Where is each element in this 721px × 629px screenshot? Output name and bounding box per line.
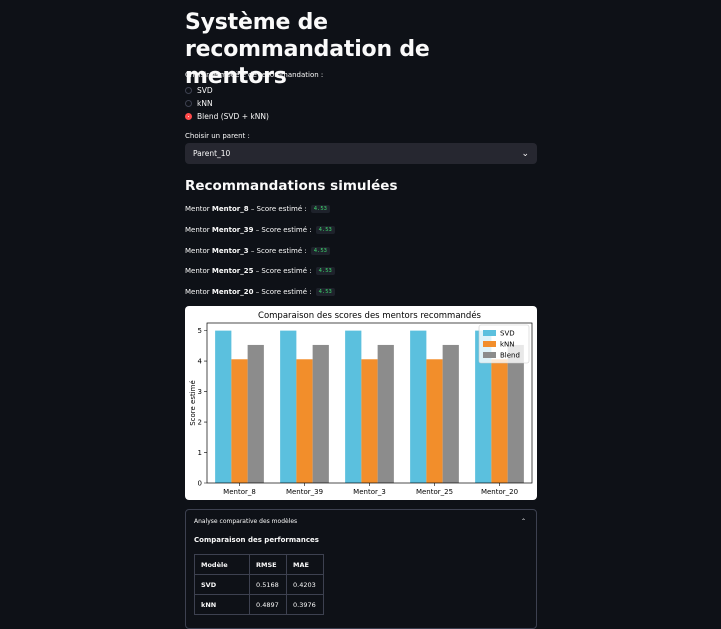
bar-knn <box>296 359 313 483</box>
bar-knn <box>231 359 248 483</box>
recommendation-item: Mentor Mentor_8 – Score estimé : 4.53 <box>185 205 330 213</box>
bar-knn <box>426 359 443 483</box>
recommendations-heading: Recommandations simulées <box>185 178 398 194</box>
recommendation-prefix: Mentor <box>185 205 212 213</box>
score-value: 4.53 <box>315 267 335 275</box>
mentor-name: Mentor_20 <box>211 288 254 296</box>
table-cell: 0.5168 <box>249 574 287 595</box>
score-value: 4.53 <box>310 205 330 213</box>
legend-label: SVD <box>500 330 515 338</box>
recommendation-prefix: Mentor <box>185 288 212 296</box>
legend-swatch <box>483 352 496 358</box>
recommendation-item: Mentor Mentor_20 – Score estimé : 4.53 <box>185 288 335 296</box>
legend-label: Blend <box>500 352 520 360</box>
expander-header[interactable]: Analyse comparative des modèles ⌃ <box>194 518 526 525</box>
column-header: RMSE <box>249 554 287 575</box>
recommendation-suffix: – Score estimé : <box>248 205 307 213</box>
recommendation-item: Mentor Mentor_39 – Score estimé : 4.53 <box>185 226 335 234</box>
recommendation-suffix: – Score estimé : <box>253 267 312 275</box>
table-cell: 0.3976 <box>286 594 324 615</box>
y-tick-label: 4 <box>198 358 203 366</box>
radio-button-selected-icon[interactable] <box>185 112 192 120</box>
recommendation-suffix: – Score estimé : <box>248 247 307 255</box>
metrics-table: Modèle RMSE MAE SVD 0.5168 0.4203 kNN 0.… <box>194 554 324 615</box>
parent-select[interactable]: Parent_10 ⌄ <box>185 143 537 164</box>
x-tick-label: Mentor_3 <box>353 488 386 496</box>
legend-swatch <box>483 341 496 347</box>
performance-subheading: Comparaison des performances <box>194 536 319 544</box>
table-cell: 0.4203 <box>286 574 324 595</box>
legend-swatch <box>483 330 496 336</box>
bar-svd <box>410 330 427 483</box>
chart-card: Comparaison des scores des mentors recom… <box>185 306 537 500</box>
radio-option-label: Blend (SVD + kNN) <box>197 111 269 121</box>
analysis-expander[interactable]: Analyse comparative des modèles ⌃ Compar… <box>185 509 537 629</box>
model-select-label: Choisir le modèle de recommandation : <box>185 71 324 79</box>
column-header: MAE <box>286 554 324 575</box>
parent-select-value: Parent_10 <box>193 149 231 158</box>
bar-blend <box>507 344 524 483</box>
radio-option-svd[interactable]: SVD <box>185 84 213 96</box>
mentor-name: Mentor_25 <box>211 267 254 275</box>
expander-label: Analyse comparative des modèles <box>194 518 298 525</box>
radio-option-label: SVD <box>197 85 213 95</box>
radio-option-label: kNN <box>197 98 213 108</box>
x-tick-label: Mentor_25 <box>416 488 453 496</box>
bar-knn <box>491 359 508 483</box>
radio-button-icon[interactable] <box>185 86 192 94</box>
recommendation-prefix: Mentor <box>185 267 212 275</box>
parent-select-label: Choisir un parent : <box>185 132 250 140</box>
x-tick-label: Mentor_20 <box>481 488 518 496</box>
bar-svd <box>280 330 297 483</box>
table-cell: kNN <box>194 594 250 615</box>
bar-blend <box>247 344 264 483</box>
table-header-row: Modèle RMSE MAE <box>194 554 324 575</box>
chevron-down-icon[interactable]: ⌄ <box>521 149 529 159</box>
bar-blend <box>312 344 329 483</box>
recommendation-prefix: Mentor <box>185 226 212 234</box>
bar-svd <box>215 330 232 483</box>
mentor-name: Mentor_39 <box>211 226 254 234</box>
table-row: SVD 0.5168 0.4203 <box>194 574 324 595</box>
recommendation-prefix: Mentor <box>185 247 212 255</box>
y-tick-label: 3 <box>198 388 202 396</box>
x-tick-label: Mentor_8 <box>223 488 256 496</box>
x-tick-label: Mentor_39 <box>286 488 323 496</box>
column-header: Modèle <box>194 554 250 575</box>
radio-option-blend[interactable]: Blend (SVD + kNN) <box>185 110 269 122</box>
y-tick-label: 0 <box>198 480 202 488</box>
recommendation-suffix: – Score estimé : <box>253 288 312 296</box>
recommendation-item: Mentor Mentor_3 – Score estimé : 4.53 <box>185 247 330 255</box>
chart-title: Comparaison des scores des mentors recom… <box>258 310 482 321</box>
recommendation-item: Mentor Mentor_25 – Score estimé : 4.53 <box>185 267 335 275</box>
y-tick-label: 2 <box>198 419 202 427</box>
bar-blend <box>377 344 394 483</box>
mentor-name: Mentor_3 <box>211 247 249 255</box>
bar-blend <box>442 344 459 483</box>
table-cell: SVD <box>194 574 250 595</box>
bar-knn <box>361 359 378 483</box>
bar-chart: Comparaison des scores des mentors recom… <box>189 310 533 496</box>
y-tick-label: 5 <box>198 327 202 335</box>
legend-label: kNN <box>500 341 515 349</box>
recommendation-suffix: – Score estimé : <box>253 226 312 234</box>
score-value: 4.53 <box>315 288 335 296</box>
table-row: kNN 0.4897 0.3976 <box>194 594 324 615</box>
radio-option-knn[interactable]: kNN <box>185 97 213 109</box>
bar-svd <box>345 330 362 483</box>
y-tick-label: 1 <box>198 449 202 457</box>
score-value: 4.53 <box>310 247 330 255</box>
y-axis-label: Score estimé <box>189 380 197 426</box>
mentor-name: Mentor_8 <box>211 205 249 213</box>
score-value: 4.53 <box>315 226 335 234</box>
radio-button-icon[interactable] <box>185 99 192 107</box>
table-cell: 0.4897 <box>249 594 287 615</box>
chevron-up-icon[interactable]: ⌃ <box>521 518 526 525</box>
